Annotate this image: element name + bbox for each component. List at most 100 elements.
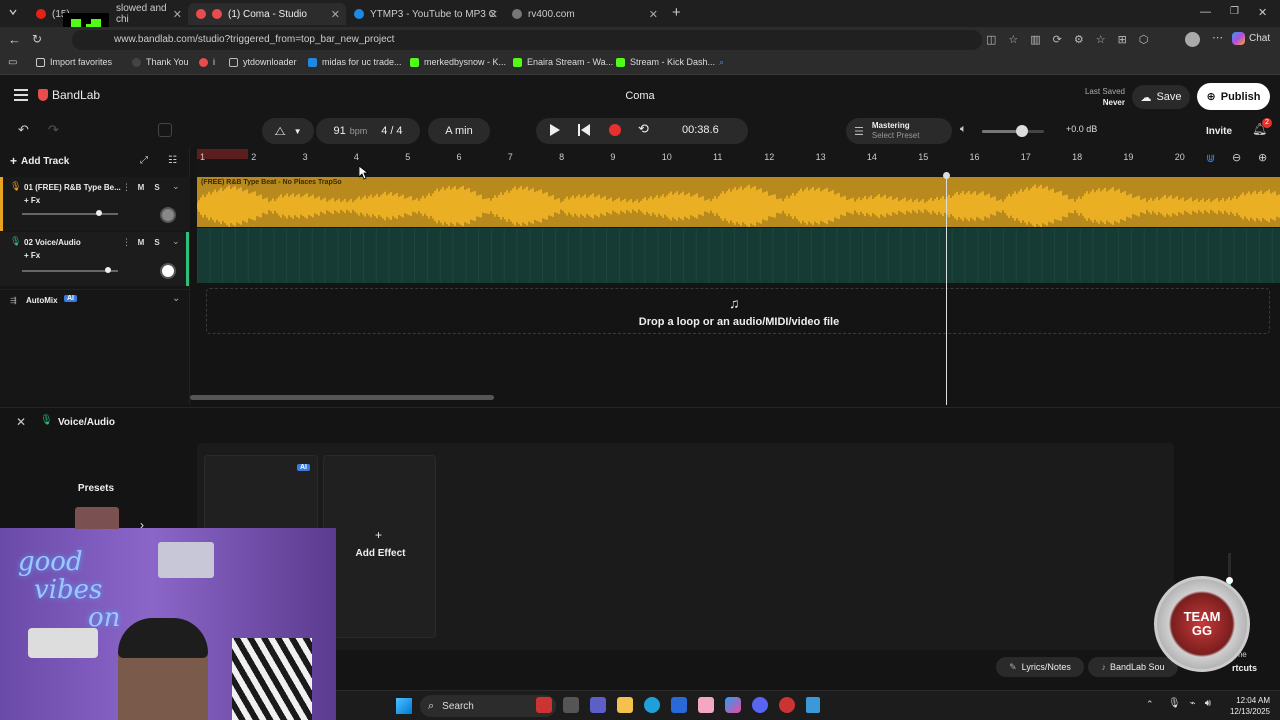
restore-icon[interactable]: ❐: [1230, 6, 1239, 17]
window-close-icon[interactable]: ✕: [1258, 6, 1267, 19]
chrome-icon[interactable]: [779, 697, 795, 713]
chevron-down-icon[interactable]: ⌄: [172, 293, 180, 304]
add-track-button[interactable]: + Add Track: [10, 154, 69, 168]
track-volume-knob[interactable]: [95, 210, 102, 216]
redo-icon[interactable]: ↷: [48, 122, 59, 138]
preset-thumbnail[interactable]: [75, 507, 119, 529]
tab-rv400[interactable]: rv400.com ✕: [504, 3, 664, 25]
mute-button[interactable]: M: [135, 182, 147, 194]
capcut-icon[interactable]: [698, 697, 714, 713]
bandlab-logo[interactable]: BandLab: [38, 88, 100, 102]
expand-chevron-icon[interactable]: ⌄: [172, 236, 180, 247]
teams-icon[interactable]: [590, 697, 606, 713]
pan-knob[interactable]: [160, 263, 176, 279]
new-tab-plus-icon[interactable]: +: [672, 4, 681, 21]
zoom-in-icon[interactable]: ⊕: [1258, 151, 1267, 164]
bookmark-merkedbysnow[interactable]: merkedbysnow - K...: [410, 57, 506, 67]
pan-knob[interactable]: [160, 207, 176, 223]
zoom-out-icon[interactable]: ⊖: [1232, 151, 1241, 164]
audio-clip-beat[interactable]: (FREE) R&B Type Beat - No Places TrapSo: [197, 177, 1280, 227]
bpm-value[interactable]: 91: [333, 125, 345, 137]
close-icon[interactable]: ✕: [649, 8, 658, 21]
add-effect-button[interactable]: + Add Effect: [323, 455, 436, 638]
lyrics-notes-button[interactable]: ✎ Lyrics/Notes: [996, 657, 1084, 677]
key-selector[interactable]: A min: [428, 118, 490, 144]
solo-button[interactable]: S: [151, 182, 163, 194]
master-volume-slider[interactable]: [982, 125, 1044, 137]
shortcuts-button[interactable]: rtcuts: [1232, 663, 1257, 673]
discord-icon[interactable]: [752, 697, 768, 713]
track-settings-icon[interactable]: ☷: [168, 155, 177, 166]
copilot-icon[interactable]: [725, 697, 741, 713]
back-icon[interactable]: ←: [8, 32, 21, 47]
playhead[interactable]: [943, 172, 950, 405]
track-name[interactable]: 02 Voice/Audio: [24, 238, 81, 247]
track-header-2[interactable]: 🎙︎ 02 Voice/Audio ⋮ M S ⌄ + Fx: [0, 232, 190, 286]
bookmark-import[interactable]: Import favorites: [36, 57, 112, 67]
notepad-icon[interactable]: [806, 697, 820, 713]
snap-magnet-icon[interactable]: ⋓: [1206, 152, 1215, 165]
tab-coma-studio[interactable]: (1) Coma - Studio ✕: [188, 3, 346, 25]
edge-icon[interactable]: [644, 697, 660, 713]
bookmark-midas[interactable]: midas for uc trade...: [308, 57, 402, 67]
fx-button[interactable]: + Fx: [24, 196, 40, 205]
layout-icon[interactable]: [158, 123, 172, 137]
project-title[interactable]: Coma: [600, 90, 680, 102]
expand-chevron-icon[interactable]: ⌄: [172, 181, 180, 192]
more-icon[interactable]: ⋯: [1212, 31, 1223, 44]
record-icon[interactable]: [609, 124, 621, 136]
drop-zone[interactable]: ♫ Drop a loop or an audio/MIDI/video fil…: [206, 288, 1270, 334]
bookmark-enaira[interactable]: Enaira Stream - Wa...: [513, 57, 613, 67]
solo-button[interactable]: S: [151, 237, 163, 249]
automix-row[interactable]: ⇶ AutoMix AI ⌄: [0, 289, 190, 309]
track-volume-knob[interactable]: [105, 267, 112, 273]
tempo-timesig-control[interactable]: 91 bpm 4 / 4: [316, 118, 420, 144]
bookmark-i[interactable]: i: [199, 57, 215, 67]
tab-actions-chevron-icon[interactable]: [8, 7, 18, 17]
fx-button[interactable]: + Fx: [24, 251, 40, 260]
tab-slowed[interactable]: slowed and chi ✕: [108, 3, 188, 25]
audio-track-voice-lane[interactable]: [197, 228, 1280, 283]
close-icon[interactable]: ✕: [173, 8, 182, 21]
bookmark-ytdownloader[interactable]: ytdownloader: [229, 57, 297, 67]
close-panel-icon[interactable]: ✕: [16, 415, 26, 429]
track-options-icon[interactable]: ⋮: [122, 237, 131, 248]
copilot-chat-button[interactable]: Chat: [1232, 32, 1270, 45]
tab-youtube[interactable]: (15): [28, 3, 70, 25]
store-icon[interactable]: [671, 697, 687, 713]
tray-chevron-icon[interactable]: ⌃: [1146, 699, 1154, 710]
loop-icon[interactable]: ⟲: [638, 121, 649, 137]
time-signature-num[interactable]: 4: [381, 125, 387, 137]
mastering-button[interactable]: ☰ Mastering Select Preset: [846, 118, 952, 144]
reload-icon[interactable]: ↻: [32, 32, 42, 46]
game-icon[interactable]: [536, 697, 552, 713]
hamburger-menu-icon[interactable]: [14, 89, 28, 101]
track-name[interactable]: 01 (FREE) R&B Type Be...: [24, 183, 121, 192]
invite-button[interactable]: Invite: [1198, 119, 1240, 143]
bookmark-search-icon[interactable]: ⌕: [719, 57, 724, 68]
close-icon[interactable]: ✕: [331, 8, 340, 21]
minimize-icon[interactable]: —: [1200, 6, 1211, 18]
bookmark-kick-dashboard[interactable]: Stream - Kick Dash...: [616, 57, 715, 67]
play-icon[interactable]: [550, 124, 560, 136]
profile-avatar[interactable]: [1185, 32, 1200, 47]
master-volume-knob[interactable]: [1016, 125, 1029, 137]
undo-icon[interactable]: ↶: [18, 122, 29, 138]
save-button[interactable]: ☁ Save: [1132, 85, 1190, 109]
track-header-1[interactable]: 🎙︎ 01 (FREE) R&B Type Be... ⋮ M S ⌄ + Fx: [0, 177, 190, 231]
horizontal-scrollbar[interactable]: [190, 395, 494, 400]
time-signature-den[interactable]: 4: [396, 125, 402, 137]
bookmark-menu-icon[interactable]: ▭: [8, 57, 17, 68]
speaker-mute-icon[interactable]: 🔈︎: [960, 123, 967, 136]
metronome-button[interactable]: ⧍ ▼: [262, 118, 314, 144]
url-field[interactable]: www.bandlab.com/studio?triggered_from=to…: [72, 30, 982, 50]
skip-back-icon[interactable]: [578, 124, 590, 136]
track-options-icon[interactable]: ⋮: [122, 182, 131, 193]
task-view-icon[interactable]: [563, 697, 579, 713]
bookmark-thank-you[interactable]: Thank You: [132, 57, 189, 67]
bandlab-sounds-button[interactable]: ♪ BandLab Sou: [1088, 657, 1178, 677]
clock[interactable]: 12:04 AM 12/13/2025: [1220, 695, 1270, 717]
track-volume-slider[interactable]: [22, 210, 118, 216]
automation-icon[interactable]: ⤢: [140, 155, 148, 166]
tab-ytmp3[interactable]: YTMP3 - YouTube to MP3 Convert ✕: [346, 3, 504, 25]
